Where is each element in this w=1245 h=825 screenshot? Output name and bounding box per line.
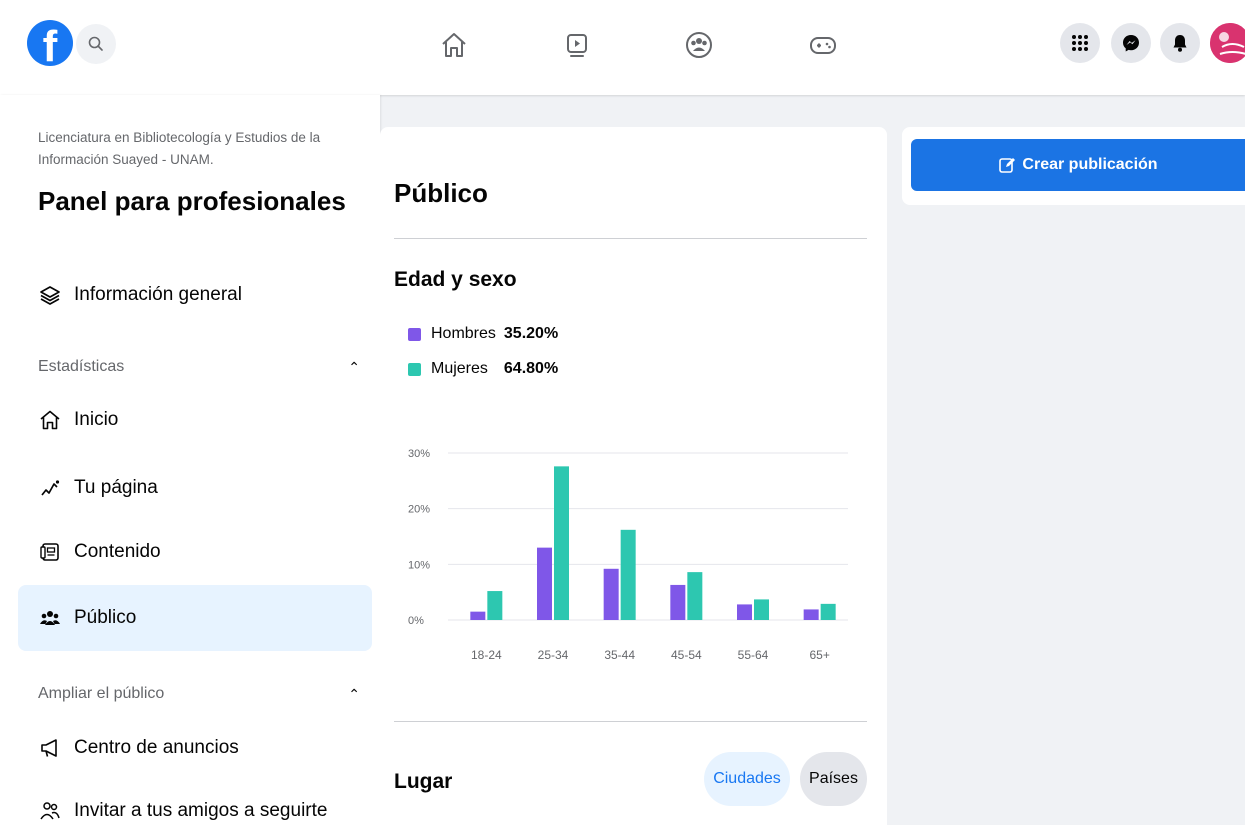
top-navigation-bar: f [0,0,1245,95]
messenger-button[interactable] [1111,23,1151,63]
megaphone-icon [38,736,62,760]
sidebar-item-label: Invitar a tus amigos a seguirte [74,800,328,821]
sidebar-item-inicio[interactable]: Inicio [18,387,372,453]
invite-friends-icon [38,799,62,823]
grow-section-header[interactable]: Ampliar el público ⌃ [38,685,360,703]
sidebar-item-label: Centro de anuncios [74,737,239,758]
x-tick-label: 55-64 [738,648,769,662]
legend-swatch-women [408,362,421,376]
section-label: Estadísticas [38,358,125,375]
bell-icon [1173,35,1187,52]
stats-section-header[interactable]: Estadísticas ⌃ [38,358,360,376]
x-tick-label: 65+ [809,648,829,662]
bar-mujeres-65+[interactable] [820,603,836,620]
bar-mujeres-45-54[interactable] [687,572,703,620]
age-sex-title: Edad y sexo [394,268,517,291]
page-title: Público [394,178,488,208]
video-icon [567,34,587,57]
sidebar: Licenciatura en Bibliotecología y Estudi… [0,95,380,825]
age-sex-bar-chart: 0% 10% 20% 30% 18-24 25-34 35-44 45-54 55-64 65+ [408,448,848,662]
legend-label: Hombres [431,325,496,342]
tab-cities[interactable]: Ciudades [704,752,790,806]
sidebar-item-label: Inicio [74,409,119,430]
sidebar-item-overview[interactable]: Información general [18,262,372,328]
x-tick-label: 45-54 [671,648,702,662]
divider [394,238,867,239]
legend-value: 35.20% [503,325,559,342]
bar-mujeres-55-64[interactable] [754,599,769,620]
chevron-up-icon: ⌃ [348,358,360,375]
legend-item-men: Hombres 35.20% [408,325,558,343]
legend-value: 64.80% [503,360,559,377]
home-outline-icon [38,408,62,432]
chevron-up-icon: ⌃ [348,685,360,702]
y-tick-label: 30% [408,448,430,460]
bar-mujeres-18-24[interactable] [487,591,503,620]
bar-hombres-35-44[interactable] [603,568,619,620]
divider [394,721,867,722]
create-post-label: Crear publicación [1022,156,1158,173]
nav-watch[interactable] [560,28,594,62]
facebook-logo[interactable]: f [27,20,73,66]
audience-icon [38,606,62,630]
sidebar-item-label: Información general [74,284,242,305]
bar-hombres-55-64[interactable] [737,604,752,620]
sidebar-item-contenido[interactable]: Contenido [18,519,372,585]
y-tick-label: 20% [408,504,430,516]
bar-hombres-65+[interactable] [803,609,819,620]
legend-swatch-men [408,327,421,341]
page-name[interactable]: Licenciatura en Bibliotecología y Estudi… [38,127,358,171]
avatar-image-icon [1210,23,1245,63]
facebook-logo-letter: f [42,22,58,67]
edit-icon [999,158,1016,173]
sidebar-item-tu-pagina[interactable]: Tu página [18,455,372,521]
sidebar-item-publico[interactable]: Público [18,585,372,651]
nav-home[interactable] [437,28,471,62]
y-tick-label: 10% [408,559,430,571]
gaming-icon [810,37,836,54]
bar-mujeres-35-44[interactable] [620,529,636,620]
bar-mujeres-25-34[interactable] [554,466,569,620]
sidebar-item-label: Contenido [74,541,161,562]
nav-groups[interactable] [682,28,716,62]
sidebar-item-ads-center[interactable]: Centro de anuncios [18,715,372,781]
location-title: Lugar [394,770,453,793]
search-icon [88,36,103,51]
messenger-icon [1123,35,1139,52]
tab-countries[interactable]: Países [800,752,867,806]
search-button[interactable] [76,24,116,64]
bar-hombres-25-34[interactable] [537,547,552,620]
menu-button[interactable] [1060,23,1100,63]
sidebar-title: Panel para profesionales [38,186,346,216]
x-tick-label: 35-44 [604,648,635,662]
notifications-button[interactable] [1160,23,1200,63]
sidebar-item-invite[interactable]: Invitar a tus amigos a seguirte [18,778,372,825]
trend-icon [38,476,62,500]
sidebar-item-label: Tu página [74,477,158,498]
legend-item-women: Mujeres 64.80% [408,360,558,378]
nav-gaming[interactable] [806,28,840,62]
x-tick-label: 25-34 [538,648,569,662]
legend-label: Mujeres [431,360,488,377]
section-label: Ampliar el público [38,685,165,702]
y-tick-label: 0% [408,615,424,627]
groups-icon [686,32,712,58]
sidebar-item-label: Público [74,607,137,628]
bar-hombres-45-54[interactable] [670,584,686,620]
layers-icon [38,283,62,307]
content-icon [38,540,62,564]
menu-grid-icon [1072,35,1088,51]
bar-hombres-18-24[interactable] [470,611,486,620]
x-tick-label: 18-24 [471,648,502,662]
create-post-button[interactable]: Crear publicación [911,139,1245,191]
home-icon [442,33,466,57]
profile-avatar[interactable] [1208,21,1245,65]
